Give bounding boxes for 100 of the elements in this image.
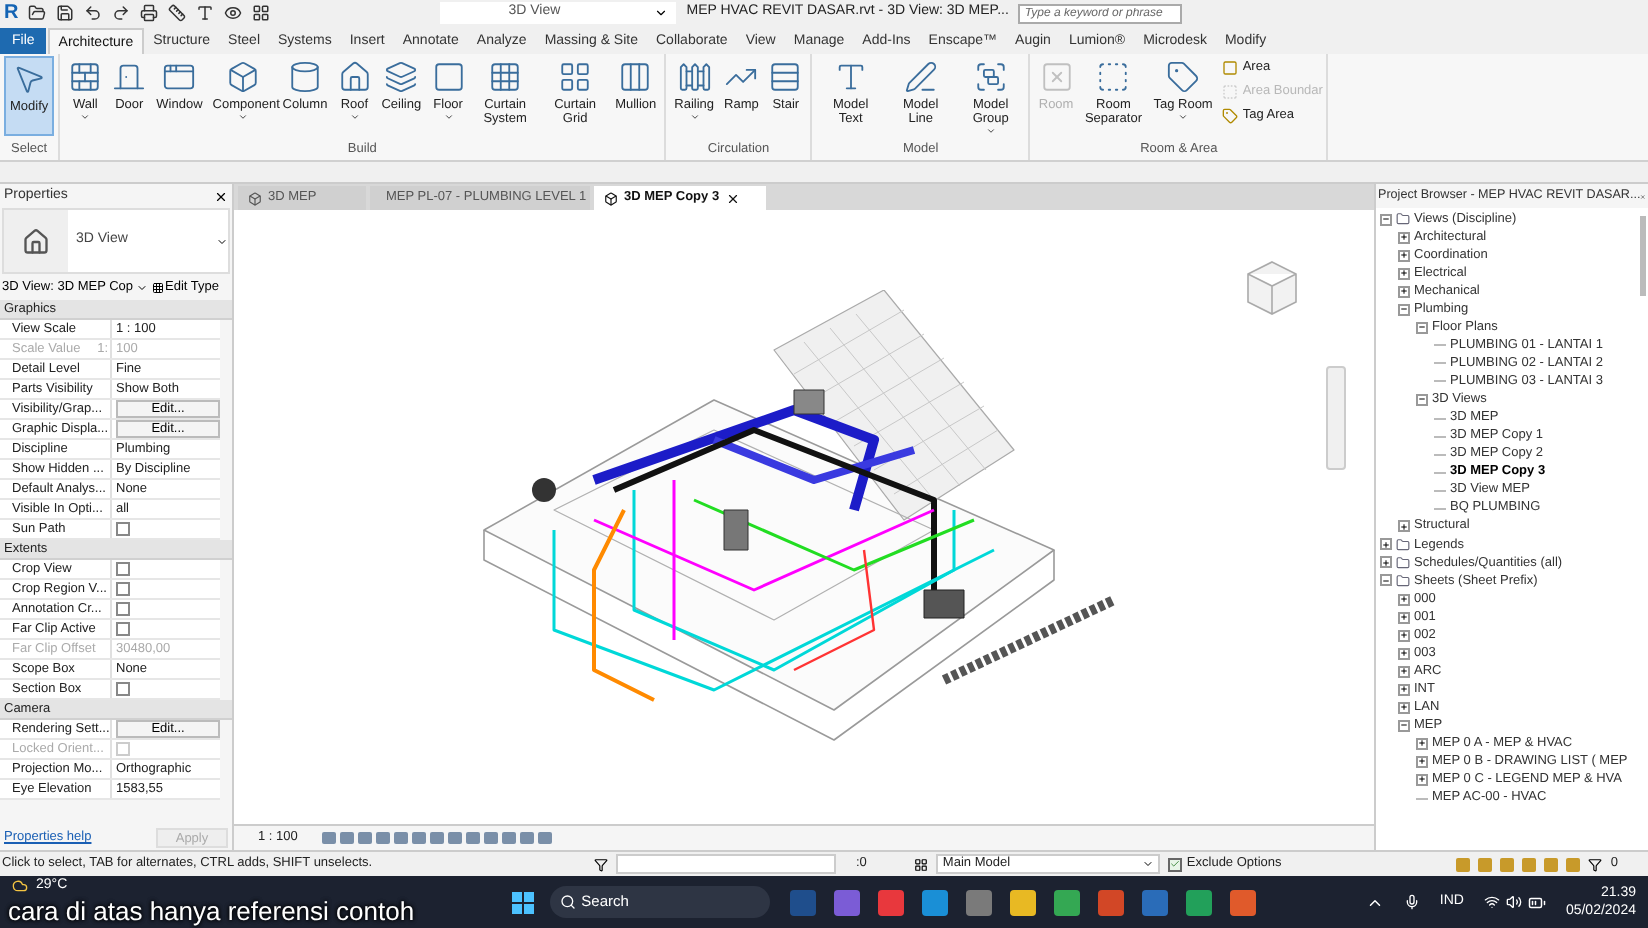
close-icon[interactable] [725,191,740,205]
letter-icon [833,60,868,94]
app-icon[interactable] [1097,889,1124,915]
caret-icon [216,235,228,247]
eye-icon[interactable] [224,4,243,22]
volume-icon[interactable] [1505,894,1522,910]
tag-icon [1166,60,1201,94]
expand-toggle[interactable] [1380,213,1392,226]
grid-icon[interactable] [252,4,271,22]
expand-toggle[interactable] [1398,267,1410,280]
checkbox[interactable] [116,622,130,636]
search-icon [559,894,576,910]
square-icon [431,60,466,94]
caret-icon [1142,858,1155,870]
expand-toggle[interactable] [1416,755,1428,768]
checkbox[interactable] [116,602,130,616]
group-icon [973,60,1008,94]
close-icon[interactable] [214,189,228,203]
expand-toggle[interactable] [1398,593,1410,605]
expand-toggle[interactable] [1398,285,1410,298]
caret-icon [443,112,454,122]
expand-toggle[interactable] [1398,249,1410,262]
battery-icon[interactable] [1527,893,1546,911]
expand-toggle[interactable] [1416,321,1428,334]
microphone-icon[interactable] [1403,894,1420,910]
caret-icon [985,126,996,136]
expand-toggle[interactable] [1398,665,1410,678]
expand-toggle[interactable] [1398,231,1410,244]
expand-toggle[interactable] [1380,538,1392,551]
folder-icon[interactable] [28,4,47,22]
caret-icon [135,281,148,293]
printer-icon[interactable] [140,4,159,22]
text-icon[interactable] [196,4,215,22]
app-icon[interactable] [1009,889,1036,915]
expand-toggle[interactable] [1398,719,1410,732]
weather-icon[interactable] [12,878,28,894]
expand-toggle[interactable] [1398,629,1410,642]
separator-icon [1096,60,1131,94]
wall-icon [68,60,103,94]
grid-icon [151,281,164,293]
cube-icon [225,60,260,94]
caret-icon [689,112,700,122]
door-icon [112,60,147,94]
app-icon[interactable] [1185,889,1212,915]
layers-icon [384,60,419,94]
caret-icon [80,112,91,122]
caret-icon [349,112,360,122]
undo-icon[interactable] [84,4,103,22]
expand-toggle[interactable] [1380,556,1392,569]
checkbox[interactable] [116,522,130,536]
pen-icon [903,60,938,94]
stair-icon [768,60,803,94]
wifi-icon[interactable] [1483,894,1500,910]
scrollbar[interactable] [1640,216,1646,296]
checkbox[interactable] [116,582,130,596]
caret-icon [1178,112,1189,122]
cube-icon [604,191,618,205]
cursor-icon [12,62,47,96]
grid-icon [488,60,523,94]
window-icon [162,60,197,94]
filter-icon[interactable] [1588,857,1603,871]
columns-icon [618,60,653,94]
app-icon[interactable] [1053,889,1080,915]
grid-icon[interactable] [914,857,929,871]
checkbox[interactable] [116,562,130,576]
filter-icon[interactable] [594,857,608,871]
ruler-icon[interactable] [168,4,187,22]
app-icon[interactable] [877,889,904,915]
expand-toggle[interactable] [1398,611,1410,624]
folder-icon [1396,537,1410,552]
app-logo[interactable]: R [4,3,19,23]
expand-toggle[interactable] [1398,701,1410,714]
app-icon[interactable] [965,889,992,915]
room-icon [1039,60,1074,94]
expand-toggle[interactable] [1398,683,1410,696]
app-icon[interactable] [1229,889,1256,915]
folder-icon [1396,555,1410,570]
expand-toggle[interactable] [1416,773,1428,786]
tag-icon [1222,107,1239,123]
expand-toggle[interactable] [1398,647,1410,660]
expand-toggle[interactable] [1416,393,1428,406]
checkbox[interactable] [116,682,130,696]
folder-icon [1396,573,1410,588]
expand-toggle[interactable] [1416,737,1428,750]
roof-icon [337,60,372,94]
save-icon[interactable] [56,4,75,22]
expand-toggle[interactable] [1398,520,1410,533]
checkbox[interactable] [1168,857,1183,871]
grid-icon [558,60,593,94]
caret-icon [654,6,669,20]
house-icon [22,227,50,255]
redo-icon[interactable] [112,4,131,22]
caret-icon [237,112,248,122]
expand-toggle[interactable] [1380,574,1392,587]
expand-toggle[interactable] [1398,303,1410,316]
app-icon[interactable] [921,889,948,915]
windows-logo-icon[interactable] [511,891,534,913]
folder-icon [1396,212,1410,227]
area-icon [1222,59,1239,75]
cube-icon [248,191,262,205]
